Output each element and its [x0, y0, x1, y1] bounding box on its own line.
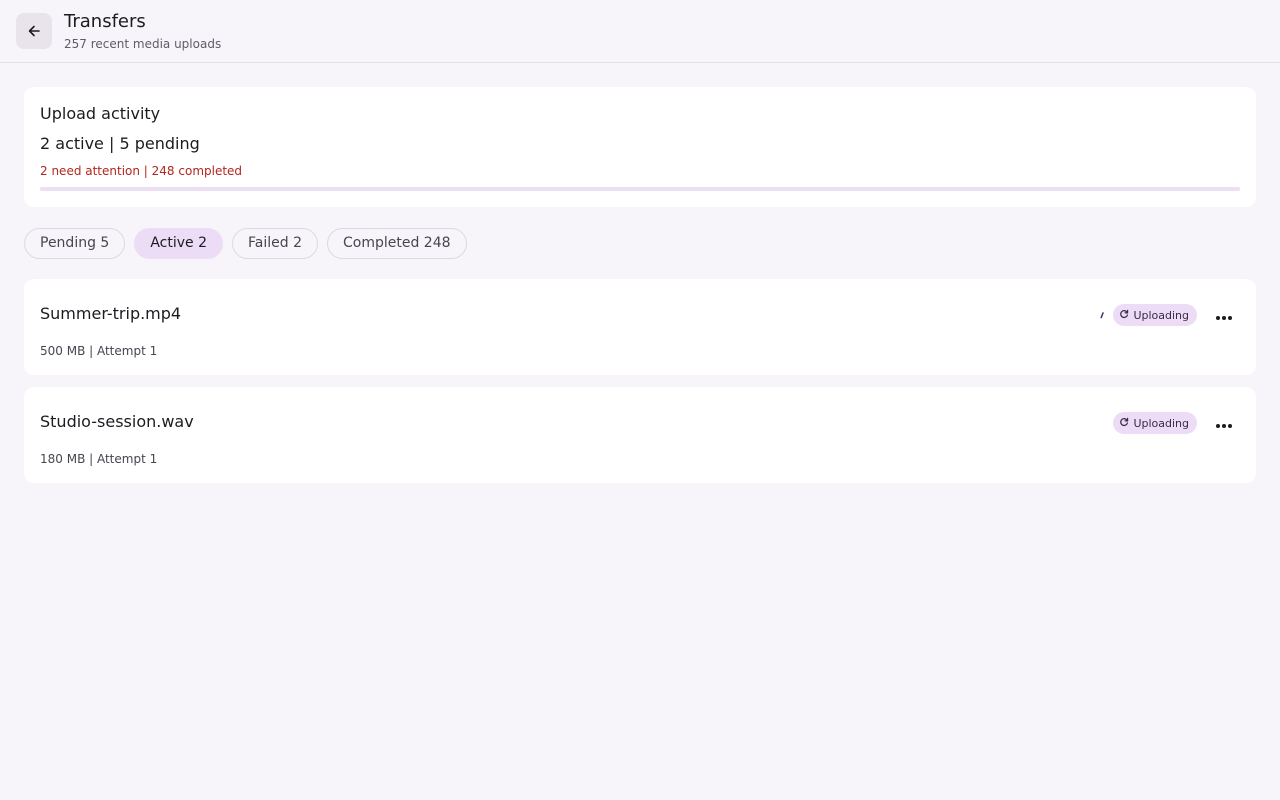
progress-spinner-icon — [1099, 310, 1105, 320]
upload-activity-counts: 2 active | 5 pending — [40, 134, 200, 153]
upload-activity-alert: 2 need attention | 248 completed — [40, 164, 243, 178]
page-title: Transfers — [64, 10, 146, 32]
transfer-item[interactable]: Summer-trip.mp4 500 MB | Attempt 1 Uploa… — [24, 279, 1256, 375]
more-horizontal-icon — [1215, 414, 1233, 433]
status-badge-label: Uploading — [1133, 416, 1189, 430]
back-button[interactable] — [16, 13, 52, 49]
header-text: Transfers 257 recent media uploads — [64, 11, 221, 52]
tab-pending[interactable]: Pending 5 — [24, 228, 126, 259]
status-badge: Uploading — [1113, 304, 1197, 326]
upload-progress-bar — [40, 187, 1240, 191]
upload-activity-card: Upload activity 2 active | 5 pending 2 n… — [24, 87, 1256, 207]
arrow-left-icon — [26, 23, 42, 39]
top-app-bar: Transfers 257 recent media uploads — [0, 0, 1280, 63]
transfer-item-meta: 180 MB | Attempt 1 — [40, 452, 158, 466]
more-options-button[interactable] — [1212, 303, 1236, 327]
more-horizontal-icon — [1215, 306, 1233, 325]
transfer-item-name: Studio-session.wav — [40, 412, 194, 431]
status-badge: Uploading — [1113, 412, 1197, 434]
transfer-item-actions: Uploading — [1099, 303, 1236, 327]
tab-failed[interactable]: Failed 2 — [232, 228, 318, 259]
transfer-item-actions: Uploading — [1113, 411, 1236, 435]
transfer-item-name: Summer-trip.mp4 — [40, 304, 182, 323]
tab-completed[interactable]: Completed 248 — [326, 228, 467, 259]
tab-active[interactable]: Active 2 — [134, 228, 223, 259]
refresh-icon — [1119, 417, 1133, 430]
transfer-item-meta: 500 MB | Attempt 1 — [40, 344, 158, 358]
page-subtitle: 257 recent media uploads — [64, 36, 222, 51]
status-filter-tabs: Pending 5 Active 2 Failed 2 Completed 24… — [24, 228, 467, 259]
upload-activity-heading: Upload activity — [40, 104, 161, 123]
more-options-button[interactable] — [1212, 411, 1236, 435]
status-badge-label: Uploading — [1133, 308, 1189, 322]
transfer-item[interactable]: Studio-session.wav 180 MB | Attempt 1 Up… — [24, 387, 1256, 483]
refresh-icon — [1119, 309, 1133, 322]
